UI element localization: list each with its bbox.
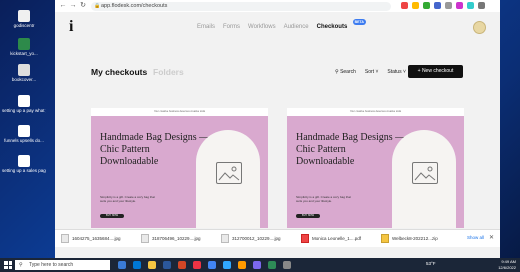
download-item[interactable]: 312700012_10229....jpg bbox=[221, 234, 281, 243]
photoshop-icon[interactable] bbox=[223, 261, 231, 269]
beta-badge: BETA bbox=[352, 19, 366, 25]
close-icon[interactable]: ✕ bbox=[489, 234, 494, 241]
search-icon: ⚲ bbox=[335, 69, 339, 75]
show-all-button[interactable]: Show all bbox=[467, 235, 484, 240]
file-icon bbox=[221, 234, 229, 243]
taskbar-search-placeholder: Type here to search bbox=[29, 262, 74, 268]
acrobat-icon[interactable] bbox=[193, 261, 201, 269]
zip-icon bbox=[381, 234, 389, 243]
status-dropdown[interactable]: Status ˅ bbox=[387, 69, 406, 75]
task-view-icon[interactable] bbox=[118, 261, 126, 269]
file-icon bbox=[61, 234, 69, 243]
card-body: Simplicity is a gift. Create a cozy bag … bbox=[100, 195, 155, 203]
taskbar-search[interactable]: ⚲ Type here to search bbox=[15, 260, 110, 270]
card-image-placeholder bbox=[196, 130, 260, 228]
clock[interactable]: 9:49 AM 12/6/2022 bbox=[492, 259, 516, 270]
card-body: Simplicity is a gift. Create a cozy bag … bbox=[296, 195, 351, 203]
tab-folders[interactable]: Folders bbox=[153, 67, 184, 77]
new-checkout-button[interactable]: + New checkout bbox=[408, 65, 463, 78]
download-item[interactable]: Monica Leonelle_1....pdf bbox=[301, 234, 361, 243]
desktop-icon[interactable]: setting up a sales page fi... bbox=[2, 155, 46, 173]
file-icon bbox=[141, 234, 149, 243]
file-explorer-icon[interactable] bbox=[148, 261, 156, 269]
taskbar: ⚲ Type here to search 53°F 9:49 AM 12/6/… bbox=[0, 258, 520, 272]
chevron-down-icon: ˅ bbox=[402, 69, 406, 75]
lock-icon: 🔒 bbox=[94, 2, 101, 9]
extension-icon[interactable] bbox=[445, 2, 452, 9]
avatar[interactable] bbox=[473, 21, 486, 34]
desktop-icon[interactable]: godiscentr bbox=[2, 10, 46, 28]
extension-icon[interactable] bbox=[423, 2, 430, 9]
sort-dropdown[interactable]: Sort ˅ bbox=[365, 69, 378, 75]
card-headline: Handmade Bag Designs — Chic Pattern Down… bbox=[100, 132, 210, 167]
puzzle-icon[interactable] bbox=[478, 2, 485, 9]
chrome-icon[interactable] bbox=[208, 261, 216, 269]
extension-icon[interactable] bbox=[456, 2, 463, 9]
app-icon[interactable] bbox=[283, 261, 291, 269]
nav-forms[interactable]: Forms bbox=[223, 24, 240, 30]
app-icon[interactable] bbox=[253, 261, 261, 269]
card-top-text: Your creative business deserves creative… bbox=[287, 108, 464, 116]
extension-icon[interactable] bbox=[412, 2, 419, 9]
illustrator-icon[interactable] bbox=[238, 261, 246, 269]
toolbar: ⚲ Search Sort ˅ Status ˅ bbox=[335, 69, 406, 75]
desktop-icon[interactable]: bookcover... bbox=[2, 64, 46, 82]
checkout-card[interactable]: Your creative business deserves creative… bbox=[287, 108, 464, 228]
forward-icon[interactable]: → bbox=[69, 2, 77, 10]
download-item[interactable]: Welbeck8-202212...zip bbox=[381, 234, 438, 243]
desktop-icon[interactable]: setting up a pay what y... bbox=[2, 95, 46, 113]
document-icon bbox=[18, 155, 30, 167]
desktop-icons: godiscentr kickstart_yo... bookcover... … bbox=[0, 0, 48, 258]
nav-checkouts-label: Checkouts bbox=[316, 24, 348, 30]
reload-icon[interactable]: ↻ bbox=[79, 2, 87, 10]
flodesk-logo[interactable]: i bbox=[69, 18, 73, 36]
browser-window: ← → ↻ 🔒 app.flodesk.com/checkouts i Emai… bbox=[55, 0, 500, 258]
card-cta: BUY NOW bbox=[100, 214, 124, 218]
chevron-down-icon: ˅ bbox=[375, 69, 379, 75]
download-item[interactable]: 1604275_1635684....jpg bbox=[61, 234, 121, 243]
extension-icon[interactable] bbox=[434, 2, 441, 9]
downloads-bar: 1604275_1635684....jpg 318706496_10229..… bbox=[55, 229, 500, 247]
card-cta: BUY NOW bbox=[296, 214, 320, 218]
nav-checkouts[interactable]: Checkouts BETA bbox=[316, 19, 366, 30]
back-icon[interactable]: ← bbox=[59, 2, 67, 10]
card-image-placeholder bbox=[392, 130, 456, 228]
main-content: My checkouts Folders ⚲ Search Sort ˅ Sta… bbox=[55, 42, 500, 258]
extension-icon[interactable] bbox=[401, 2, 408, 9]
nav-emails[interactable]: Emails bbox=[197, 24, 215, 30]
document-icon bbox=[18, 125, 30, 137]
extension-icon[interactable] bbox=[467, 2, 474, 9]
download-item[interactable]: 318706496_10229....jpg bbox=[141, 234, 201, 243]
word-icon[interactable] bbox=[163, 261, 171, 269]
pdf-icon bbox=[301, 234, 309, 243]
url-text: app.flodesk.com/checkouts bbox=[101, 2, 168, 9]
nav-audience[interactable]: Audience bbox=[284, 24, 309, 30]
file-icon bbox=[18, 10, 30, 22]
nav-workflows[interactable]: Workflows bbox=[248, 24, 276, 30]
app-header: i Emails Forms Workflows Audience Checko… bbox=[55, 12, 500, 42]
windows-start-icon[interactable] bbox=[4, 261, 12, 269]
url-field[interactable]: 🔒 app.flodesk.com/checkouts bbox=[91, 1, 391, 11]
file-icon bbox=[18, 38, 30, 50]
card-top-text: Your creative business deserves creative… bbox=[91, 108, 268, 116]
checkout-card[interactable]: Your creative business deserves creative… bbox=[91, 108, 268, 228]
edge-icon[interactable] bbox=[133, 261, 141, 269]
image-icon bbox=[412, 162, 438, 184]
main-nav: Emails Forms Workflows Audience Checkout… bbox=[197, 19, 366, 30]
search-icon: ⚲ bbox=[19, 262, 23, 268]
image-icon bbox=[216, 162, 242, 184]
desktop-icon[interactable]: kickstart_yo... bbox=[2, 38, 46, 56]
weather-temp[interactable]: 53°F bbox=[426, 261, 436, 266]
page-title: My checkouts bbox=[91, 67, 148, 77]
file-icon bbox=[18, 64, 30, 76]
search-button[interactable]: ⚲ Search bbox=[335, 69, 356, 75]
desktop-icon[interactable]: funnels upsells do... bbox=[2, 125, 46, 143]
card-headline: Handmade Bag Designs — Chic Pattern Down… bbox=[296, 132, 406, 167]
extension-icons bbox=[401, 2, 485, 10]
taskbar-apps bbox=[118, 261, 291, 269]
powerpoint-icon[interactable] bbox=[178, 261, 186, 269]
app-icon[interactable] bbox=[268, 261, 276, 269]
document-icon bbox=[18, 95, 30, 107]
